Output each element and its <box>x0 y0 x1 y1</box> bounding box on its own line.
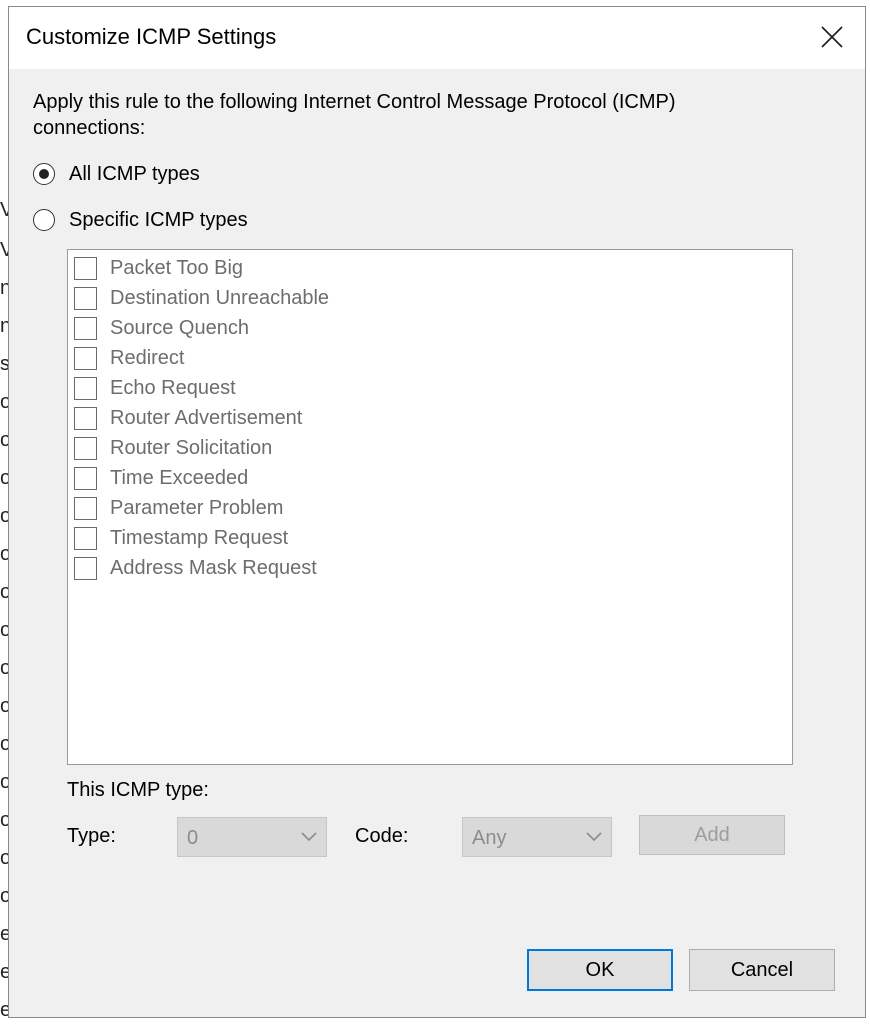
title-bar[interactable]: Customize ICMP Settings <box>9 7 865 69</box>
code-select[interactable]: Any <box>462 817 612 857</box>
list-item-label: Timestamp Request <box>110 526 289 549</box>
radio-button-unchecked[interactable] <box>33 209 55 231</box>
background-text: o <box>0 848 8 868</box>
radio-label: All ICMP types <box>69 162 200 185</box>
list-item-packet-too-big[interactable]: Packet Too Big <box>74 254 243 282</box>
background-text: n <box>0 316 8 336</box>
background-text: o <box>0 810 8 830</box>
close-icon <box>821 26 843 48</box>
type-select-value: 0 <box>187 827 199 849</box>
background-text: o <box>0 734 8 754</box>
background-text: o <box>0 772 8 792</box>
background-text: o <box>0 696 8 716</box>
background-text: o <box>0 582 8 602</box>
checkbox[interactable] <box>74 346 97 370</box>
list-item-label: Redirect <box>110 346 185 369</box>
chevron-down-icon <box>301 832 317 842</box>
this-icmp-type-heading: This ICMP type: <box>67 779 209 801</box>
list-item-label: Destination Unreachable <box>110 286 330 309</box>
background-text: o <box>0 886 8 906</box>
background-window: V V n n s o o o o o o o o o o o o o o e … <box>0 0 8 1026</box>
intro-text: Apply this rule to the following Interne… <box>33 91 676 139</box>
checkbox[interactable] <box>74 406 97 430</box>
background-text: o <box>0 506 8 526</box>
background-text: o <box>0 468 8 488</box>
dialog-title: Customize ICMP Settings <box>26 24 277 49</box>
type-label: Type: <box>67 825 116 847</box>
list-item-label: Parameter Problem <box>110 496 284 519</box>
list-item-source-quench[interactable]: Source Quench <box>74 314 249 342</box>
checkbox[interactable] <box>74 496 97 520</box>
radio-label: Specific ICMP types <box>69 208 248 231</box>
type-select[interactable]: 0 <box>177 817 327 857</box>
checkbox[interactable] <box>74 256 97 280</box>
all-icmp-types-radio[interactable]: All ICMP types <box>33 159 200 189</box>
list-item-label: Source Quench <box>110 316 249 339</box>
checkbox[interactable] <box>74 286 97 310</box>
code-label: Code: <box>355 825 409 847</box>
list-item-router-advertisement[interactable]: Router Advertisement <box>74 404 302 432</box>
list-item-echo-request[interactable]: Echo Request <box>74 374 236 402</box>
list-item-destination-unreachable[interactable]: Destination Unreachable <box>74 284 329 312</box>
cancel-button[interactable]: Cancel <box>689 949 835 991</box>
checkbox[interactable] <box>74 316 97 340</box>
checkbox[interactable] <box>74 436 97 460</box>
list-item-label: Router Solicitation <box>110 436 273 459</box>
list-item-address-mask-request[interactable]: Address Mask Request <box>74 554 317 582</box>
list-item-redirect[interactable]: Redirect <box>74 344 184 372</box>
list-item-label: Echo Request <box>110 376 236 399</box>
background-text: e <box>0 1000 8 1020</box>
background-text: e <box>0 924 8 944</box>
code-select-value: Any <box>472 827 507 849</box>
radio-button-checked[interactable] <box>33 163 55 185</box>
ok-button[interactable]: OK <box>527 949 673 991</box>
chevron-down-icon <box>586 832 602 842</box>
icmp-types-list[interactable]: Packet Too Big Destination Unreachable S… <box>67 249 793 765</box>
background-text: s <box>0 354 8 374</box>
background-text: o <box>0 544 8 564</box>
specific-icmp-types-radio[interactable]: Specific ICMP types <box>33 205 248 235</box>
background-text: V <box>0 240 8 260</box>
list-item-parameter-problem[interactable]: Parameter Problem <box>74 494 283 522</box>
checkbox[interactable] <box>74 526 97 550</box>
list-item-label: Packet Too Big <box>110 256 244 279</box>
checkbox[interactable] <box>74 466 97 490</box>
list-item-timestamp-request[interactable]: Timestamp Request <box>74 524 288 552</box>
list-item-label: Time Exceeded <box>110 466 249 489</box>
background-text: o <box>0 430 8 450</box>
checkbox[interactable] <box>74 376 97 400</box>
list-item-label: Router Advertisement <box>110 406 303 429</box>
close-button[interactable] <box>803 7 865 69</box>
customize-icmp-dialog: Customize ICMP Settings Apply this rule … <box>8 6 866 1018</box>
list-item-router-solicitation[interactable]: Router Solicitation <box>74 434 272 462</box>
add-button[interactable]: Add <box>639 815 785 855</box>
list-item-label: Address Mask Request <box>110 556 317 579</box>
background-text: n <box>0 278 8 298</box>
background-text: o <box>0 658 8 678</box>
background-text: V <box>0 200 8 220</box>
list-item-time-exceeded[interactable]: Time Exceeded <box>74 464 248 492</box>
checkbox[interactable] <box>74 556 97 580</box>
background-text: o <box>0 392 8 412</box>
background-text: e <box>0 962 8 982</box>
background-text: o <box>0 620 8 640</box>
